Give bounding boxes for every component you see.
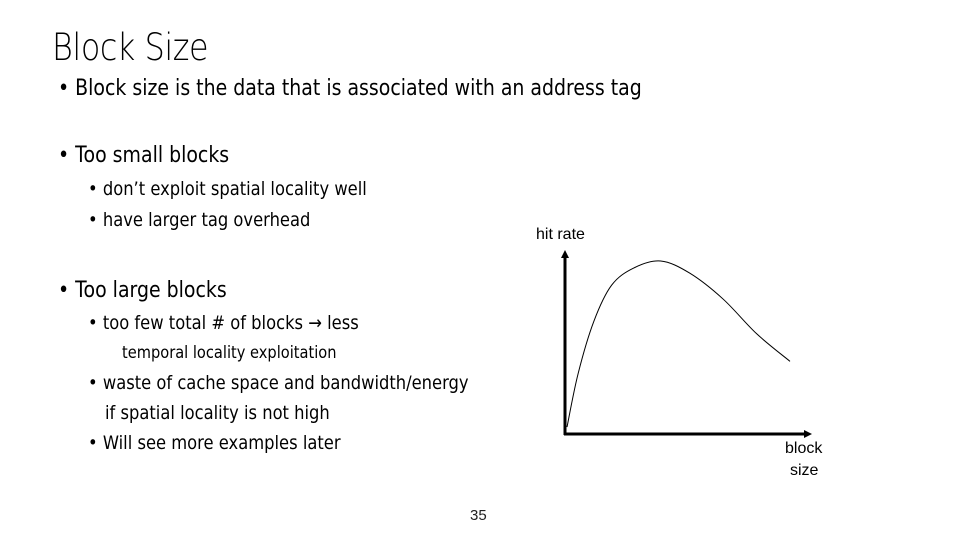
hit-rate-curve — [566, 260, 791, 428]
page-number: 35 — [470, 507, 487, 524]
hit-rate-diagram — [561, 250, 812, 438]
